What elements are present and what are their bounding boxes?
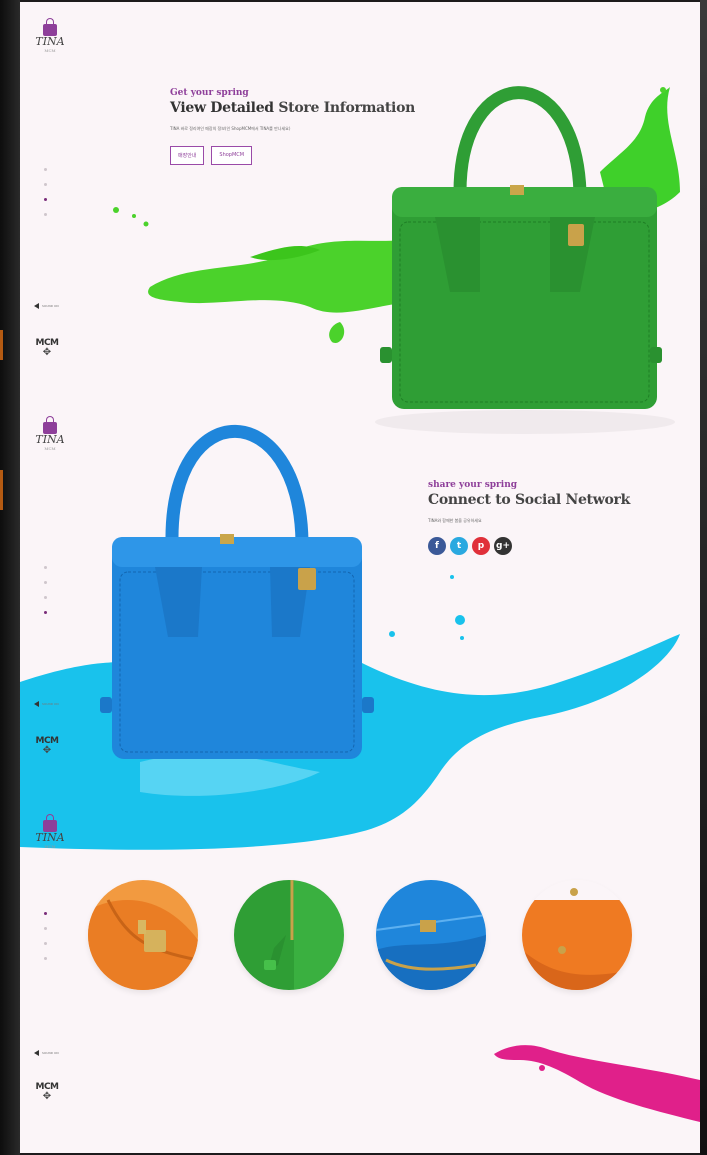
section-dots	[44, 912, 50, 972]
store-headline-bold: View Detailed	[170, 100, 274, 116]
orange-bag-detail-image	[88, 880, 198, 990]
social-icons: f t p g+	[428, 537, 678, 555]
facebook-icon[interactable]: f	[428, 537, 446, 555]
dot-nav-active[interactable]	[44, 912, 47, 915]
dot-nav[interactable]	[44, 596, 47, 599]
dot-nav[interactable]	[44, 581, 47, 584]
mcm-mark: MCM ✥	[34, 1082, 60, 1102]
detail-thumb-blue-logo[interactable]	[376, 880, 486, 990]
frame-stripe	[0, 470, 3, 510]
detail-thumb-orange-feet[interactable]	[522, 880, 632, 990]
page-canvas: TINA MCM SOUND ON MCM ✥ Get your spring …	[20, 2, 700, 1153]
sound-toggle[interactable]: SOUND ON	[34, 701, 59, 707]
dot-nav-active[interactable]	[44, 611, 47, 614]
green-bag-detail-image	[234, 880, 344, 990]
googleplus-icon[interactable]: g+	[494, 537, 512, 555]
tina-logo[interactable]: TINA MCM	[35, 416, 65, 451]
orange-bag-base-image	[522, 880, 632, 990]
logo-word: TINA	[35, 831, 65, 844]
twitter-icon[interactable]: t	[450, 537, 468, 555]
mcm-mark: MCM ✥	[34, 736, 60, 756]
detail-thumb-green-zipper[interactable]	[234, 880, 344, 990]
pink-paint-splash	[494, 1045, 700, 1122]
laurel-icon: ✥	[42, 1091, 52, 1102]
speaker-icon	[34, 1050, 39, 1056]
store-guide-button[interactable]: 매장안내	[170, 146, 205, 165]
logo-sub: MCM	[44, 844, 56, 849]
laurel-icon: ✥	[42, 745, 52, 756]
speaker-icon	[34, 701, 39, 707]
bag-logo-icon	[43, 416, 57, 434]
logo-sub: MCM	[44, 446, 56, 451]
social-body-text: TINA와 함께한 봄을 공유하세요	[428, 518, 482, 523]
shop-mcm-button[interactable]: ShopMCM	[211, 146, 253, 165]
social-headline: Connect to Social Network	[428, 492, 630, 508]
sound-label: SOUND ON	[42, 702, 59, 706]
dot-nav[interactable]	[44, 927, 47, 930]
tina-logo[interactable]: TINA MCM	[35, 814, 65, 849]
section-dots	[44, 566, 50, 626]
blue-handbag-image	[100, 425, 374, 759]
dot-nav[interactable]	[44, 942, 47, 945]
store-eyebrow: Get your spring	[170, 88, 249, 98]
dot-nav[interactable]	[44, 957, 47, 960]
dot-nav[interactable]	[44, 566, 47, 569]
store-headline: View Detailed Store Information	[170, 100, 430, 116]
bag-logo-icon	[43, 814, 57, 832]
left-frame	[0, 0, 20, 1155]
pinterest-icon[interactable]: p	[472, 537, 490, 555]
blue-bag-detail-image	[376, 880, 486, 990]
store-buttons: 매장안내 ShopMCM	[170, 146, 430, 165]
social-block: share your spring Connect to Social Netw…	[428, 480, 678, 555]
store-body-text: TINA 바로 정리여인 매장의 정보(인 ShopMCM에서 TINA를 만나…	[170, 126, 291, 131]
right-frame	[700, 0, 707, 1155]
social-eyebrow: share your spring	[428, 480, 518, 490]
sound-toggle[interactable]: SOUND ON	[34, 1050, 59, 1056]
store-info-block: Get your spring View Detailed Store Info…	[170, 88, 430, 165]
sound-label: SOUND ON	[42, 1051, 59, 1055]
store-headline-rest: Store Information	[273, 100, 415, 116]
logo-word: TINA	[35, 433, 65, 446]
detail-thumb-orange-lock[interactable]	[88, 880, 198, 990]
frame-stripe	[0, 330, 3, 360]
